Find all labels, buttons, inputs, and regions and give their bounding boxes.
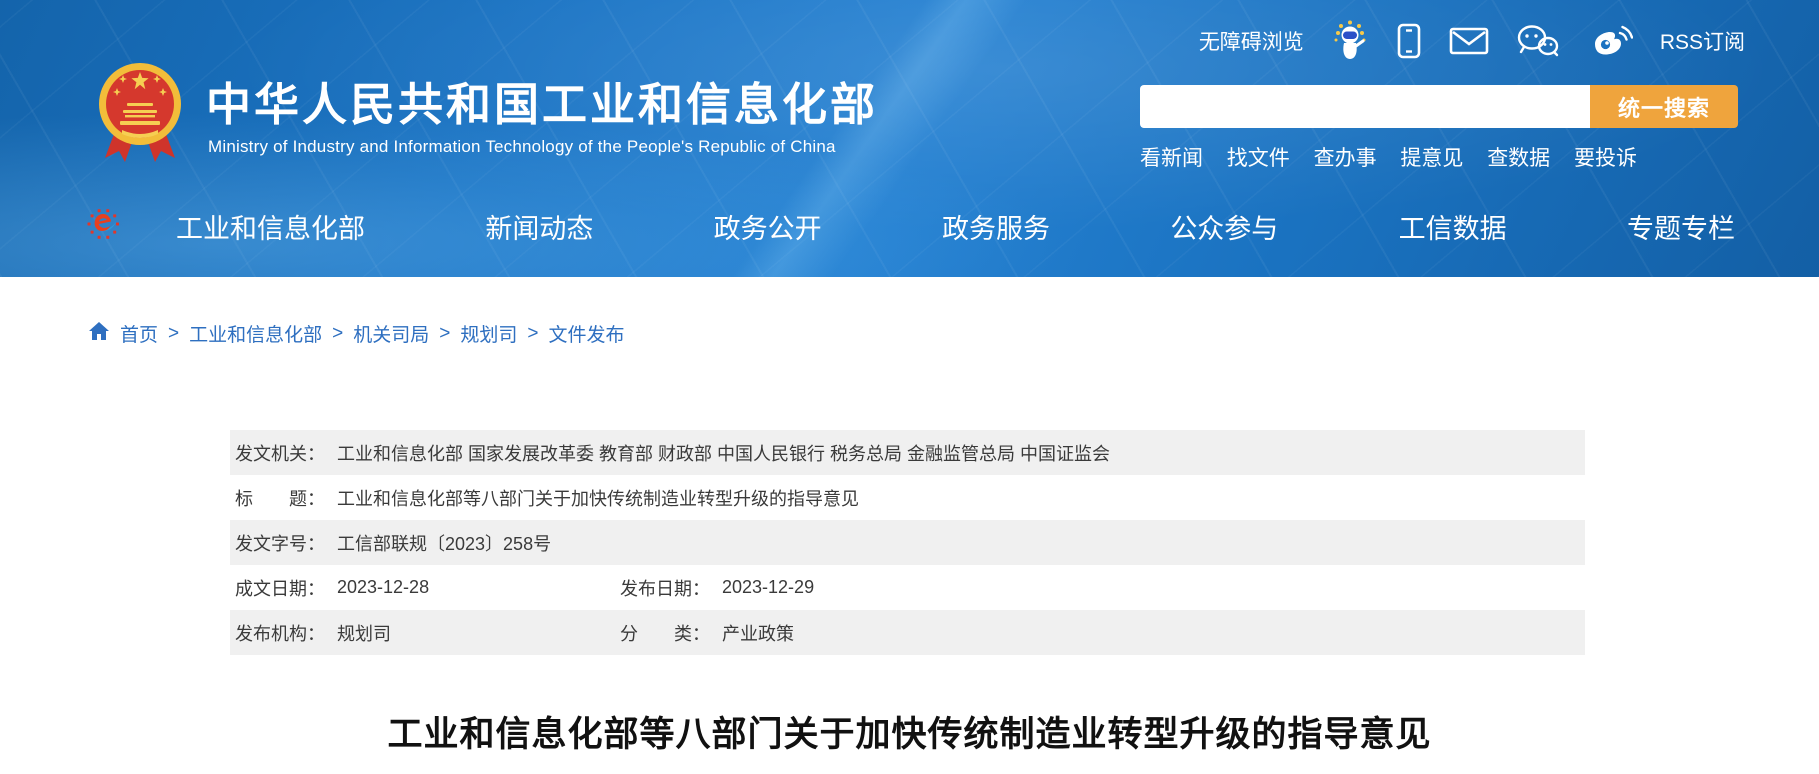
meta-row-title: 标 题： 工业和信息化部等八部门关于加快传统制造业转型升级的指导意见	[230, 475, 1585, 520]
breadcrumb-planning-dept[interactable]: 规划司	[460, 320, 517, 347]
search-bar: 统一搜索	[1140, 85, 1738, 128]
home-icon[interactable]	[88, 321, 110, 347]
breadcrumb-separator: >	[332, 323, 343, 345]
meta-label: 发布日期：	[620, 575, 710, 601]
nav-item-miit-data[interactable]: 工信数据	[1399, 207, 1507, 246]
site-title: 中华人民共和国工业和信息化部	[206, 68, 878, 133]
quick-link-suggestions[interactable]: 提意见	[1400, 142, 1463, 172]
mobile-icon[interactable]	[1396, 23, 1422, 59]
page: 无障碍浏览	[0, 0, 1819, 774]
meta-value: 工业和信息化部 国家发展改革委 教育部 财政部 中国人民银行 税务总局 金融监管…	[337, 440, 1110, 466]
quick-link-news[interactable]: 看新闻	[1140, 142, 1203, 172]
breadcrumb-separator: >	[168, 323, 179, 345]
meta-row-issuing-agencies: 发文机关： 工业和信息化部 国家发展改革委 教育部 财政部 中国人民银行 税务总…	[230, 430, 1585, 475]
breadcrumb-departments[interactable]: 机关司局	[353, 320, 429, 347]
mail-icon[interactable]	[1449, 26, 1489, 56]
quick-link-documents[interactable]: 找文件	[1227, 142, 1290, 172]
top-utility-bar: 无障碍浏览	[1199, 18, 1745, 64]
meta-label: 发文字号：	[235, 530, 325, 556]
quick-link-complaints[interactable]: 要投诉	[1574, 142, 1637, 172]
document-meta-table: 发文机关： 工业和信息化部 国家发展改革委 教育部 财政部 中国人民银行 税务总…	[230, 430, 1585, 655]
weibo-icon[interactable]	[1587, 23, 1633, 59]
quick-link-services[interactable]: 查办事	[1314, 142, 1377, 172]
meta-label: 分 类：	[620, 620, 710, 646]
nav-item-gov-services[interactable]: 政务服务	[942, 207, 1050, 246]
wechat-icon[interactable]	[1516, 23, 1560, 59]
main-nav: 工业和信息化部 新闻动态 政务公开 政务服务 公众参与 工信数据 专题专栏	[85, 200, 1735, 252]
breadcrumb: 首页 > 工业和信息化部 > 机关司局 > 规划司 > 文件发布	[88, 320, 625, 347]
nav-items: 工业和信息化部 新闻动态 政务公开 政务服务 公众参与 工信数据 专题专栏	[176, 207, 1735, 246]
search-button[interactable]: 统一搜索	[1590, 85, 1738, 128]
meta-label: 发文机关：	[235, 440, 325, 466]
miit-e-logo-icon	[85, 206, 121, 247]
breadcrumb-separator: >	[439, 323, 450, 345]
site-subtitle-english: Ministry of Industry and Information Tec…	[208, 137, 836, 157]
meta-value: 产业政策	[722, 620, 794, 646]
meta-value: 2023-12-29	[722, 577, 814, 598]
meta-value: 工信部联规〔2023〕258号	[337, 530, 551, 556]
meta-label: 发布机构：	[235, 620, 325, 646]
rss-link[interactable]: RSS订阅	[1660, 26, 1745, 56]
nav-item-gov-affairs[interactable]: 政务公开	[714, 207, 822, 246]
meta-row-document-number: 发文字号： 工信部联规〔2023〕258号	[230, 520, 1585, 565]
quick-links: 看新闻 找文件 查办事 提意见 查数据 要投诉	[1140, 142, 1637, 172]
meta-value: 工业和信息化部等八部门关于加快传统制造业转型升级的指导意见	[337, 485, 859, 511]
nav-item-news[interactable]: 新闻动态	[485, 207, 593, 246]
meta-value: 2023-12-28	[337, 577, 429, 598]
nav-item-miit[interactable]: 工业和信息化部	[176, 207, 365, 246]
breadcrumb-miit[interactable]: 工业和信息化部	[189, 320, 322, 347]
meta-row-publisher-category: 发布机构： 规划司 分 类： 产业政策	[230, 610, 1585, 655]
site-header: 无障碍浏览	[0, 0, 1819, 277]
meta-value: 规划司	[337, 620, 391, 646]
nav-item-special-topics[interactable]: 专题专栏	[1627, 207, 1735, 246]
breadcrumb-home[interactable]: 首页	[120, 320, 158, 347]
national-emblem-logo	[98, 58, 182, 173]
meta-row-dates: 成文日期： 2023-12-28 发布日期： 2023-12-29	[230, 565, 1585, 610]
robot-mascot-icon[interactable]	[1331, 18, 1369, 64]
meta-label: 成文日期：	[235, 575, 325, 601]
nav-item-public-participation[interactable]: 公众参与	[1170, 207, 1278, 246]
meta-label: 标 题：	[235, 485, 325, 511]
breadcrumb-separator: >	[527, 323, 538, 345]
breadcrumb-document-release[interactable]: 文件发布	[549, 320, 625, 347]
search-input[interactable]	[1140, 85, 1590, 128]
accessibility-link[interactable]: 无障碍浏览	[1199, 26, 1304, 56]
article-title: 工业和信息化部等八部门关于加快传统制造业转型升级的指导意见	[0, 706, 1819, 757]
quick-link-data[interactable]: 查数据	[1487, 142, 1550, 172]
